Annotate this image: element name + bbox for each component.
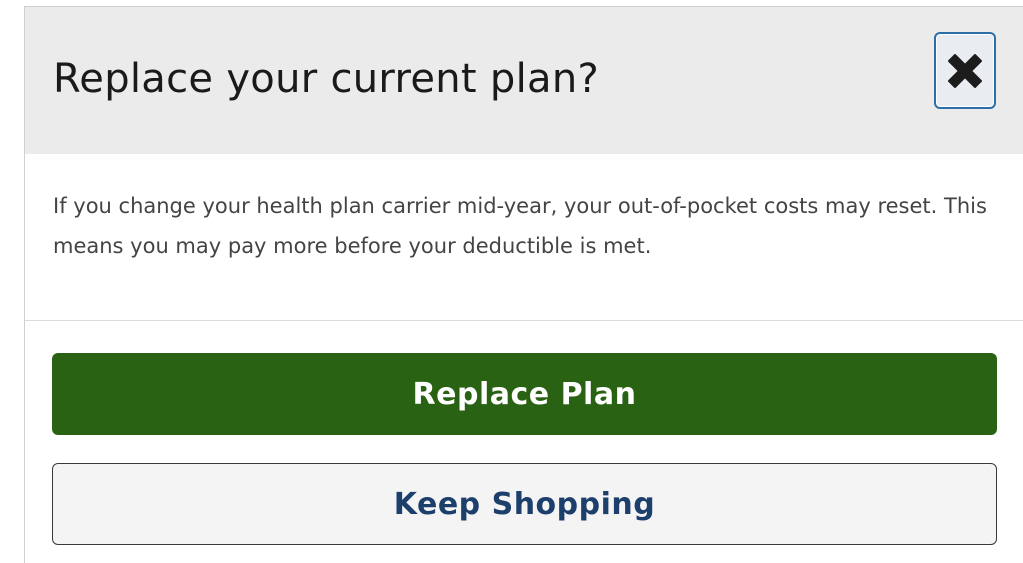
close-button[interactable] <box>934 32 996 109</box>
dialog-message: If you change your health plan carrier m… <box>53 194 987 258</box>
replace-plan-dialog: Replace your current plan? If you change… <box>24 6 1023 563</box>
dialog-header: Replace your current plan? <box>25 7 1023 154</box>
page-background <box>0 0 24 563</box>
dialog-title: Replace your current plan? <box>53 56 600 102</box>
replace-plan-button[interactable]: Replace Plan <box>52 353 997 435</box>
close-x-icon <box>948 53 982 88</box>
dialog-body: If you change your health plan carrier m… <box>25 154 1023 321</box>
keep-shopping-button[interactable]: Keep Shopping <box>52 463 997 545</box>
